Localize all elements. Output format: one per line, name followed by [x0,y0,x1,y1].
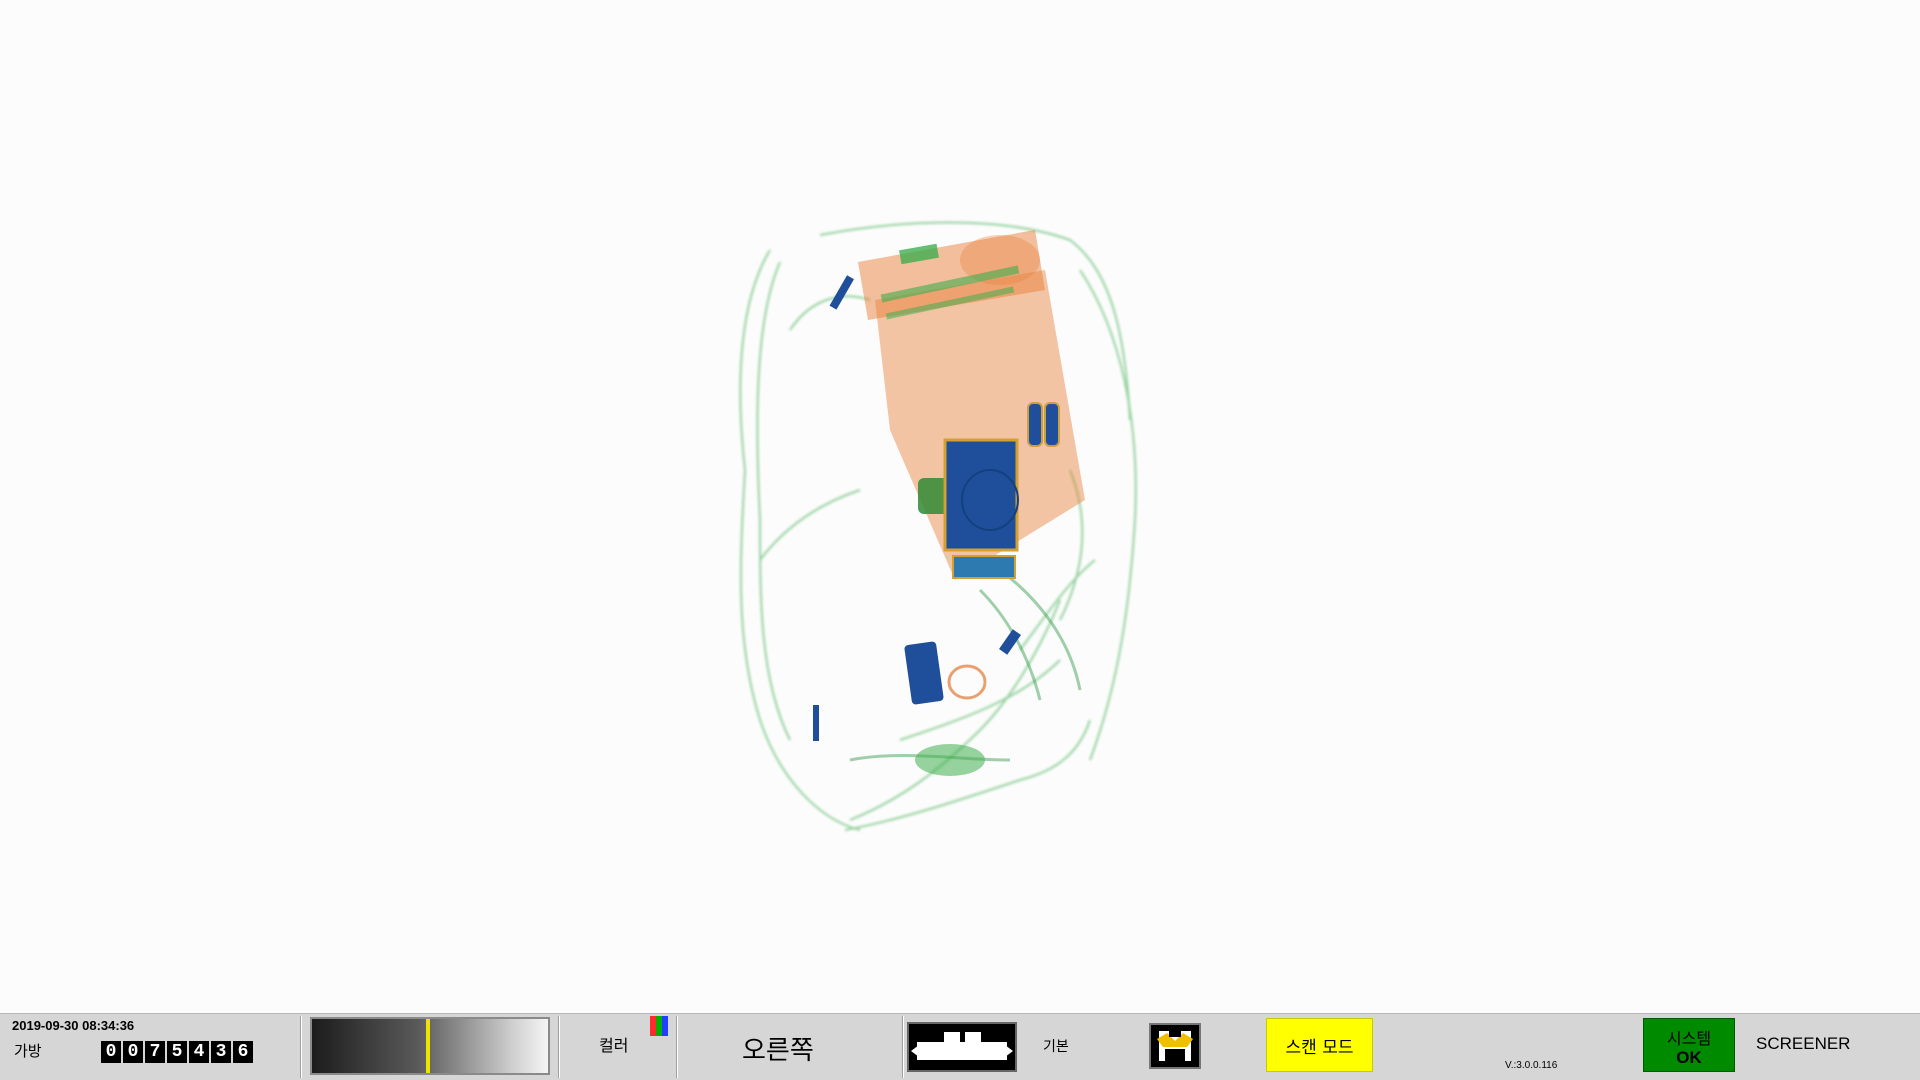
bag-counter-digit: 0 [101,1041,121,1063]
bag-counter-digit: 3 [211,1041,231,1063]
divider [902,1016,904,1078]
bag-counter-digit: 5 [167,1041,187,1063]
save-image-icon[interactable] [1149,1023,1201,1069]
color-palette-icon[interactable] [650,1016,668,1036]
scan-mode-button[interactable]: 스캔 모드 [1266,1018,1373,1072]
color-swatch-blue [662,1016,668,1036]
image-mode-label[interactable]: 기본 [1043,1036,1069,1056]
xray-bag-image [739,221,1137,831]
xray-scan-view[interactable] [0,0,1920,1013]
system-status-value: OK [1676,1048,1702,1067]
divider [676,1016,678,1078]
status-bar: 2019-09-30 08:34:36 가방 0075436 컬러 오른쪽 기본… [0,1013,1920,1080]
bag-counter-digit: 6 [233,1041,253,1063]
bag-counter-digit: 0 [123,1041,143,1063]
system-status-indicator[interactable]: 시스템 OK [1643,1018,1735,1072]
bag-counter: 0075436 [101,1041,253,1063]
grayscale-level-slider[interactable] [310,1017,550,1075]
conveyor-belt-glyph [911,1032,1013,1060]
bag-count-label: 가방 [14,1042,42,1060]
color-mode-label[interactable]: 컬러 [599,1032,628,1056]
user-role-label: SCREENER [1756,1034,1851,1053]
system-status-title: 시스템 [1666,1029,1712,1048]
datetime-display: 2019-09-30 08:34:36 [12,1018,135,1033]
bag-counter-digit: 4 [189,1041,209,1063]
belt-direction-label[interactable]: 오른쪽 [742,1030,814,1067]
save-image-glyph [1157,1029,1193,1061]
bag-counter-digit: 7 [145,1041,165,1063]
divider [300,1016,302,1078]
conveyor-belt-icon[interactable] [907,1022,1017,1072]
divider [558,1016,560,1078]
grayscale-level-marker[interactable] [426,1019,430,1073]
version-label: V.:3.0.0.116 [1505,1060,1558,1071]
